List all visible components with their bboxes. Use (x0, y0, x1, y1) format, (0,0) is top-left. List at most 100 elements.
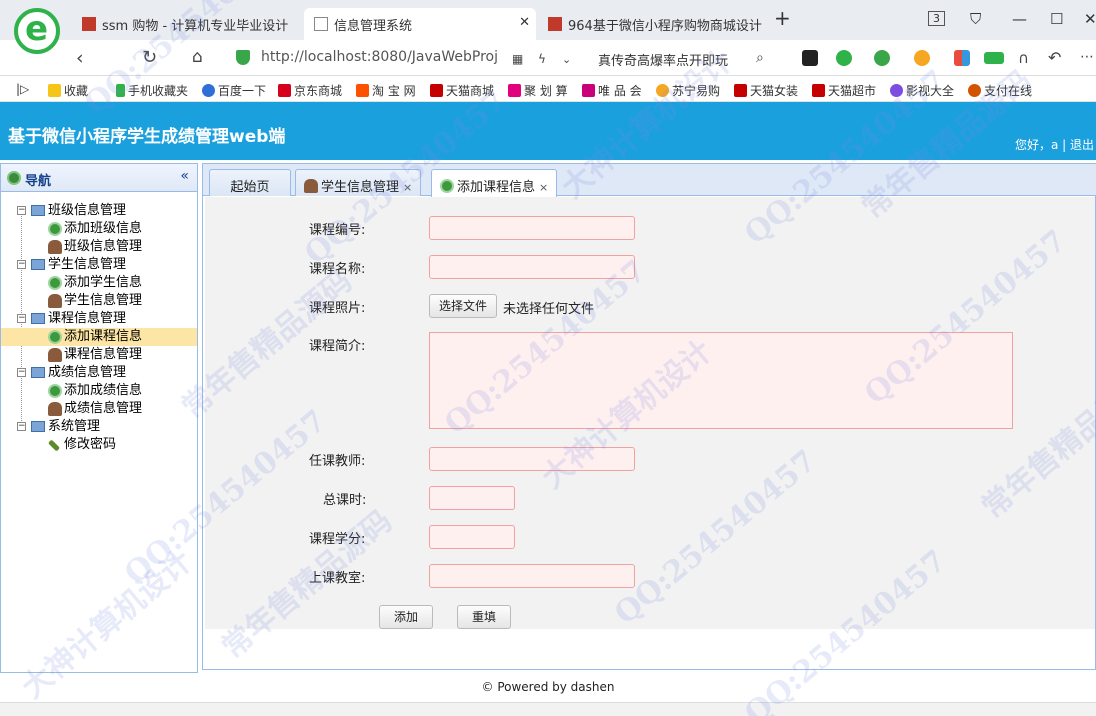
collapse-icon[interactable]: « (180, 168, 189, 184)
bookmark-item[interactable]: 收藏 (48, 82, 88, 99)
nav-header: 导航 « (1, 164, 197, 192)
app-title: 基于微信小程序学生成绩管理web端 (8, 127, 286, 147)
course-intro-textarea[interactable] (429, 332, 1013, 429)
tree-item-add-score[interactable]: 添加成绩信息 (1, 382, 197, 400)
tree-item-add-class[interactable]: 添加班级信息 (1, 220, 197, 238)
bookmark-item[interactable]: 影视大全 (890, 82, 954, 99)
computer-icon (31, 205, 45, 216)
user-greeting[interactable]: 您好，a | 退出 (1015, 136, 1094, 153)
classroom-input[interactable] (429, 564, 635, 588)
maximize-icon[interactable]: ☐ (1050, 10, 1063, 28)
tab-add-course[interactable]: 添加课程信息 × (431, 169, 558, 197)
tree-group-system[interactable]: − 系统管理 (1, 418, 197, 436)
course-name-input[interactable] (429, 255, 635, 279)
user-icon (48, 348, 62, 362)
collapse-toggle-icon[interactable]: − (17, 206, 26, 215)
suning-icon (656, 84, 669, 97)
apps-icon[interactable] (954, 50, 970, 66)
user-icon (304, 179, 318, 193)
reset-button[interactable]: 重填 (457, 605, 511, 629)
scissors-icon[interactable] (836, 50, 852, 66)
collapse-toggle-icon[interactable]: − (17, 314, 26, 323)
teacher-label: 任课教师: (309, 454, 366, 469)
bookmark-item[interactable]: 天猫女装 (734, 82, 798, 99)
close-tab-icon[interactable]: × (539, 181, 548, 194)
browser-tab-1[interactable]: ssm 购物 - 计算机专业毕业设计 (72, 8, 300, 40)
battery-icon[interactable] (984, 52, 1004, 64)
tab-student-manage[interactable]: 学生信息管理 × (295, 169, 422, 196)
bolt-icon[interactable]: ϟ (538, 52, 546, 66)
page-icon (314, 17, 328, 31)
course-no-input[interactable] (429, 216, 635, 240)
bookmark-item[interactable]: 苏宁易购 (656, 82, 720, 99)
chevron-down-icon[interactable]: ⌄ (562, 53, 571, 66)
translate-icon[interactable] (874, 50, 890, 66)
nav-title: 导航 (25, 174, 52, 189)
add-icon (48, 330, 62, 344)
menu-icon[interactable]: ⋯ (1080, 49, 1094, 65)
tree-item-add-course[interactable]: 添加课程信息 (1, 328, 197, 346)
home-icon[interactable]: ⌂ (192, 47, 203, 67)
tree-group-course[interactable]: − 课程信息管理 (1, 310, 197, 328)
qr-icon[interactable]: ▦ (512, 52, 523, 66)
bookmark-item[interactable]: 天猫商城 (430, 82, 494, 99)
search-icon[interactable]: ⌕ (756, 50, 764, 66)
new-tab-icon[interactable]: + (774, 6, 791, 30)
bookmark-item[interactable]: 天猫超市 (812, 82, 876, 99)
bookmark-item[interactable]: 手机收藏夹 (116, 82, 188, 99)
total-hours-label: 总课时: (323, 493, 367, 508)
bookmark-item[interactable]: 京东商城 (278, 82, 342, 99)
shirt-icon[interactable]: ⛉ (970, 10, 981, 28)
back-icon[interactable]: ‹ (76, 47, 84, 69)
bookmark-item[interactable]: 支付在线 (968, 82, 1032, 99)
reload-icon[interactable]: ↻ (142, 47, 157, 68)
tree-group-score[interactable]: − 成绩信息管理 (1, 364, 197, 382)
tree-item-change-password[interactable]: 修改密码 (1, 436, 197, 454)
choose-file-button[interactable]: 选择文件 (429, 294, 497, 318)
collapse-toggle-icon[interactable]: − (17, 422, 26, 431)
minimize-icon[interactable]: — (1012, 10, 1027, 28)
tree-group-student[interactable]: − 学生信息管理 (1, 256, 197, 274)
vip-icon (582, 84, 595, 97)
user-icon (48, 402, 62, 416)
browser-tab-2[interactable]: 信息管理系统 ✕ (304, 8, 536, 40)
bookmark-item[interactable]: 唯 品 会 (582, 82, 642, 99)
navigation-panel: 导航 « − 班级信息管理 添加班级信息 班级信息管理 − 学生信息管理 添加学生信… (0, 163, 198, 673)
search-hint[interactable]: 真传奇高爆率点开即玩 (598, 50, 728, 69)
collapse-toggle-icon[interactable]: − (17, 260, 26, 269)
url-text[interactable]: http://localhost:8080/JavaWebProj (261, 49, 498, 65)
add-course-form: 课程编号: 课程名称: 课程照片: 选择文件 未选择任何文件 课程简介: 任课教… (205, 197, 1095, 629)
bookmark-item[interactable]: 淘 宝 网 (356, 82, 416, 99)
sidebar-toggle-icon[interactable]: |▷ (16, 82, 29, 96)
tree-item-manage-score[interactable]: 成绩信息管理 (1, 400, 197, 418)
undo-icon[interactable]: ↶ (1048, 48, 1061, 67)
collapse-toggle-icon[interactable]: − (17, 368, 26, 377)
bookmark-item[interactable]: 聚 划 算 (508, 82, 568, 99)
credits-input[interactable] (429, 525, 515, 549)
teacher-input[interactable] (429, 447, 635, 471)
add-icon (48, 384, 62, 398)
tree-item-manage-course[interactable]: 课程信息管理 (1, 346, 197, 364)
computer-icon (31, 367, 45, 378)
computer-icon (31, 313, 45, 324)
extension-icon[interactable] (802, 50, 818, 66)
total-hours-input[interactable] (429, 486, 515, 510)
course-no-label: 课程编号: (309, 223, 366, 238)
close-tab-icon[interactable]: ✕ (519, 15, 530, 30)
tree-group-class[interactable]: − 班级信息管理 (1, 202, 197, 220)
close-tab-icon[interactable]: × (403, 181, 412, 194)
submit-button[interactable]: 添加 (379, 605, 433, 629)
tree-item-add-student[interactable]: 添加学生信息 (1, 274, 197, 292)
favicon-icon (548, 17, 562, 31)
url-bar[interactable]: http://localhost:8080/JavaWebProj (226, 45, 586, 71)
shield-badge-icon[interactable] (914, 50, 930, 66)
close-window-icon[interactable]: ✕ (1084, 10, 1096, 28)
browser-tab-3[interactable]: 964基于微信小程序购物商城设计 (538, 8, 764, 40)
tree-item-manage-student[interactable]: 学生信息管理 (1, 292, 197, 310)
tree-item-manage-class[interactable]: 班级信息管理 (1, 238, 197, 256)
headphone-icon[interactable]: ∩ (1018, 49, 1029, 67)
bookmark-item[interactable]: 百度一下 (202, 82, 266, 99)
tab-home[interactable]: 起始页 (209, 169, 291, 196)
content-tab-bar: 起始页 学生信息管理 × 添加课程信息 × (203, 164, 1096, 197)
tab-count-badge[interactable]: 3 (928, 11, 945, 26)
